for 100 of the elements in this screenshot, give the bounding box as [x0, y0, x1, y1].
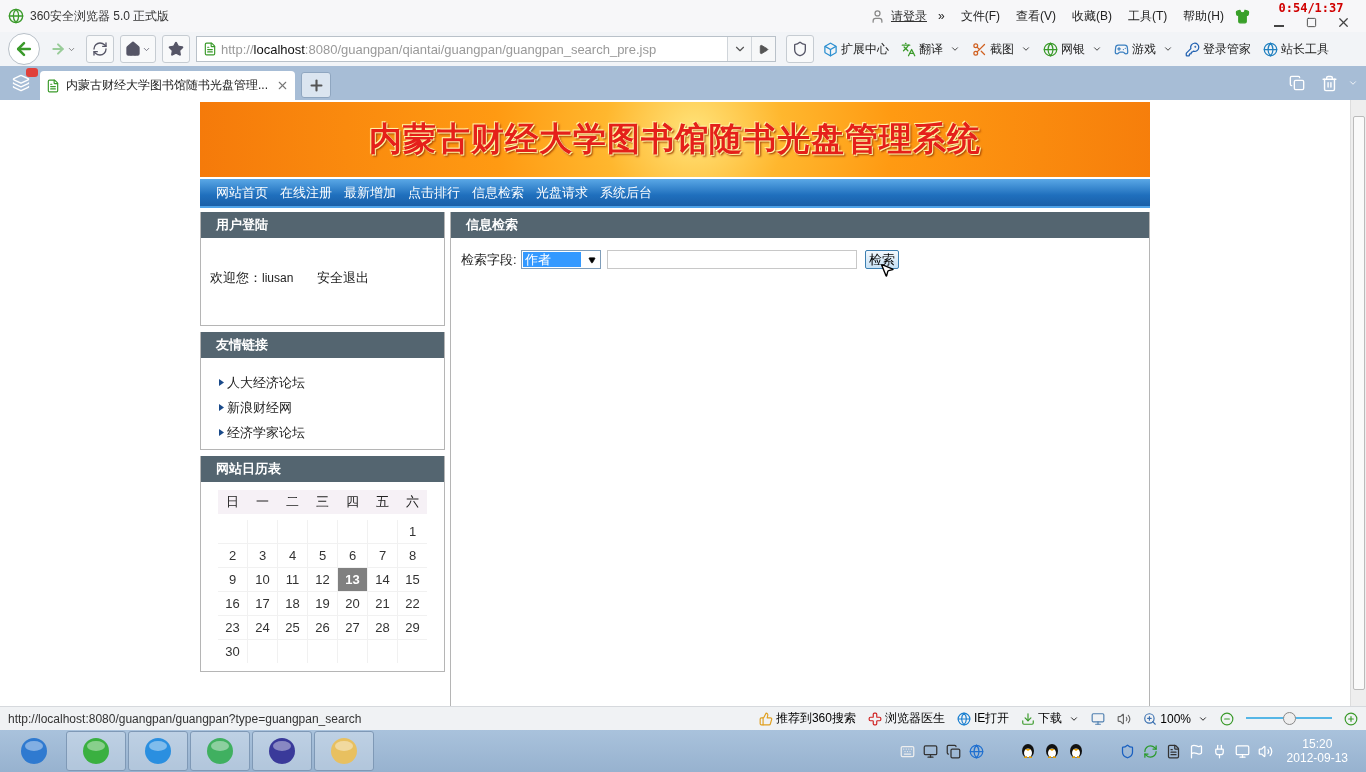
flag-icon[interactable]	[1188, 743, 1204, 759]
menu-item[interactable]: 查看(V)	[1011, 7, 1061, 25]
friend-link[interactable]: 经济学家论坛	[227, 423, 305, 442]
calendar-day[interactable]: 11	[278, 568, 307, 591]
toolbar-item[interactable]: 翻译	[898, 40, 963, 58]
network-icon[interactable]	[1234, 743, 1250, 759]
nav-link[interactable]: 网站首页	[210, 183, 274, 202]
monitor-icon[interactable]	[1091, 711, 1106, 726]
nav-link[interactable]: 点击排行	[402, 183, 466, 202]
menu-item[interactable]: 帮助(H)	[1178, 7, 1229, 25]
shield-icon[interactable]	[1119, 743, 1135, 759]
toolbar-item[interactable]: 扩展中心	[820, 40, 892, 58]
toolbar-item[interactable]: 站长工具	[1260, 40, 1332, 58]
favorite-button[interactable]	[162, 35, 190, 63]
back-button[interactable]	[8, 33, 40, 65]
globe-icon[interactable]	[968, 743, 984, 759]
calendar-day[interactable]: 3	[248, 544, 277, 567]
toolbar-item[interactable]: 网银	[1040, 40, 1105, 58]
calendar-day[interactable]: 22	[398, 592, 427, 615]
calendar-day[interactable]: 20	[338, 592, 367, 615]
recording-timer: 0:54/1:37	[1278, 1, 1344, 15]
refresh-button[interactable]	[86, 35, 114, 63]
status-item[interactable]: 下载	[1021, 710, 1080, 727]
calendar-day[interactable]: 17	[248, 592, 277, 615]
page-icon	[203, 42, 217, 56]
go-button[interactable]	[751, 37, 775, 61]
home-button[interactable]	[120, 35, 156, 63]
status-item[interactable]: 浏览器医生	[867, 710, 945, 727]
friend-link[interactable]: 新浪财经网	[227, 398, 292, 417]
penguin-icon[interactable]	[1043, 743, 1060, 759]
search-button[interactable]: 检索	[864, 250, 899, 269]
calendar-day[interactable]: 21	[368, 592, 397, 615]
search-input[interactable]	[606, 250, 857, 269]
calendar-day[interactable]: 15	[398, 568, 427, 591]
nav-link[interactable]: 在线注册	[274, 183, 338, 202]
calendar-day[interactable]: 9	[218, 568, 247, 591]
calendar-day[interactable]: 23	[218, 616, 247, 639]
shirt-icon[interactable]	[1235, 8, 1250, 24]
toolbar-item[interactable]: 截图	[969, 40, 1034, 58]
zoom-in-icon[interactable]	[1344, 711, 1358, 726]
nav-link[interactable]: 最新增加	[338, 183, 402, 202]
menu-item[interactable]: 收藏(B)	[1067, 7, 1117, 25]
history-dropdown-button[interactable]	[727, 37, 751, 61]
calendar-day[interactable]: 7	[368, 544, 397, 567]
volume-icon[interactable]	[1257, 743, 1273, 759]
keyboard-icon[interactable]	[899, 743, 915, 759]
nav-link[interactable]: 系统后台	[594, 183, 658, 202]
calendar-day[interactable]: 30	[218, 640, 247, 663]
scrollbar-thumb[interactable]	[1352, 116, 1365, 690]
calendar-day[interactable]: 24	[248, 616, 277, 639]
menu-item[interactable]: 工具(T)	[1123, 7, 1173, 25]
calendar-day[interactable]: 13	[338, 568, 367, 591]
calendar-day[interactable]: 1	[398, 520, 427, 543]
calendar-day[interactable]: 18	[278, 592, 307, 615]
globe-icon	[1043, 41, 1058, 57]
slider-thumb[interactable]	[1283, 712, 1296, 725]
menu-chevron[interactable]: »	[933, 9, 950, 23]
zoom-out-icon[interactable]	[1220, 711, 1234, 726]
security-shield-button[interactable]	[786, 35, 814, 63]
calendar-day[interactable]: 8	[398, 544, 427, 567]
calendar-day[interactable]: 14	[368, 568, 397, 591]
browser-tab[interactable]: 内蒙古财经大学图书馆随书光盘管理...	[40, 71, 295, 100]
status-item[interactable]: 推荐到360搜索	[758, 710, 856, 727]
windows-icon[interactable]	[945, 743, 961, 759]
menu-item[interactable]: 文件(F)	[955, 7, 1005, 25]
penguin-icon[interactable]	[1019, 743, 1036, 759]
new-tab-button[interactable]	[301, 72, 331, 98]
calendar-day[interactable]: 4	[278, 544, 307, 567]
close-tab-icon[interactable]	[276, 79, 289, 92]
calendar-day[interactable]: 10	[248, 568, 277, 591]
logout-link[interactable]: 安全退出	[317, 268, 370, 287]
calendar-day[interactable]: 28	[368, 616, 397, 639]
calendar-day[interactable]: 27	[338, 616, 367, 639]
calendar-day[interactable]: 26	[308, 616, 337, 639]
monitor-icon[interactable]	[922, 743, 938, 759]
toolbar-item[interactable]: 游戏	[1111, 40, 1176, 58]
calendar-day[interactable]: 25	[278, 616, 307, 639]
zoom-menu[interactable]: 100%	[1143, 711, 1208, 726]
address-field[interactable]: http://localhost:8080/guangpan/qiantai/guangpan/guangpan_search_pre.jsp	[196, 36, 776, 62]
toolbar-item[interactable]: 登录管家	[1182, 40, 1254, 58]
calendar-day[interactable]: 16	[218, 592, 247, 615]
document-icon[interactable]	[1165, 743, 1181, 759]
notification-badge	[26, 68, 38, 77]
calendar-day[interactable]: 12	[308, 568, 337, 591]
sync-icon[interactable]	[1142, 743, 1158, 759]
penguin-icon[interactable]	[1067, 743, 1084, 759]
calendar-day[interactable]: 6	[338, 544, 367, 567]
speaker-icon[interactable]	[1117, 711, 1132, 726]
calendar-day[interactable]: 2	[218, 544, 247, 567]
nav-link[interactable]: 信息检索	[466, 183, 530, 202]
scrollbar[interactable]	[1350, 100, 1366, 706]
calendar-day[interactable]: 29	[398, 616, 427, 639]
status-item[interactable]: IE打开	[956, 710, 1010, 727]
calendar-day[interactable]: 19	[308, 592, 337, 615]
taskbar-app[interactable]	[252, 731, 312, 771]
friend-link[interactable]: 人大经济论坛	[227, 373, 305, 392]
panel-title: 网站日历表	[201, 456, 444, 482]
nav-link[interactable]: 光盘请求	[530, 183, 594, 202]
calendar-day[interactable]: 5	[308, 544, 337, 567]
login-link[interactable]: 请登录	[891, 7, 927, 25]
